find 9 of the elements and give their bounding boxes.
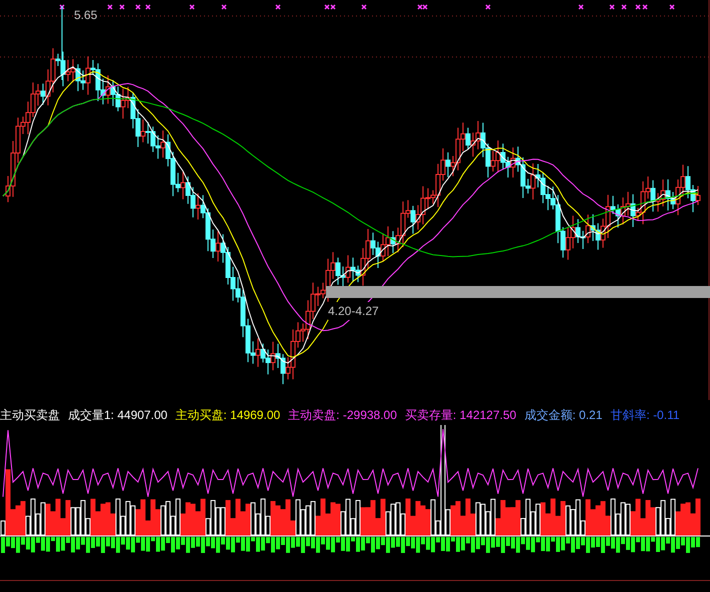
indicator-value: 甘斜率: -0.11	[610, 407, 680, 424]
indicator-value: 成交金额: 0.21	[524, 407, 602, 424]
indicator-value: 成交量1: 44907.00	[68, 407, 168, 424]
indicator-value: 主动买盘: 14969.00	[175, 407, 280, 424]
high-price-label: 5.65	[74, 7, 98, 24]
indicator-value: 买卖存量: 142127.50	[404, 407, 516, 424]
date-range-label: 4.20-4.27	[328, 302, 379, 320]
indicator-value: 主动卖盘: -29938.00	[288, 407, 397, 424]
indicator-title: 主动买卖盘	[0, 407, 60, 424]
